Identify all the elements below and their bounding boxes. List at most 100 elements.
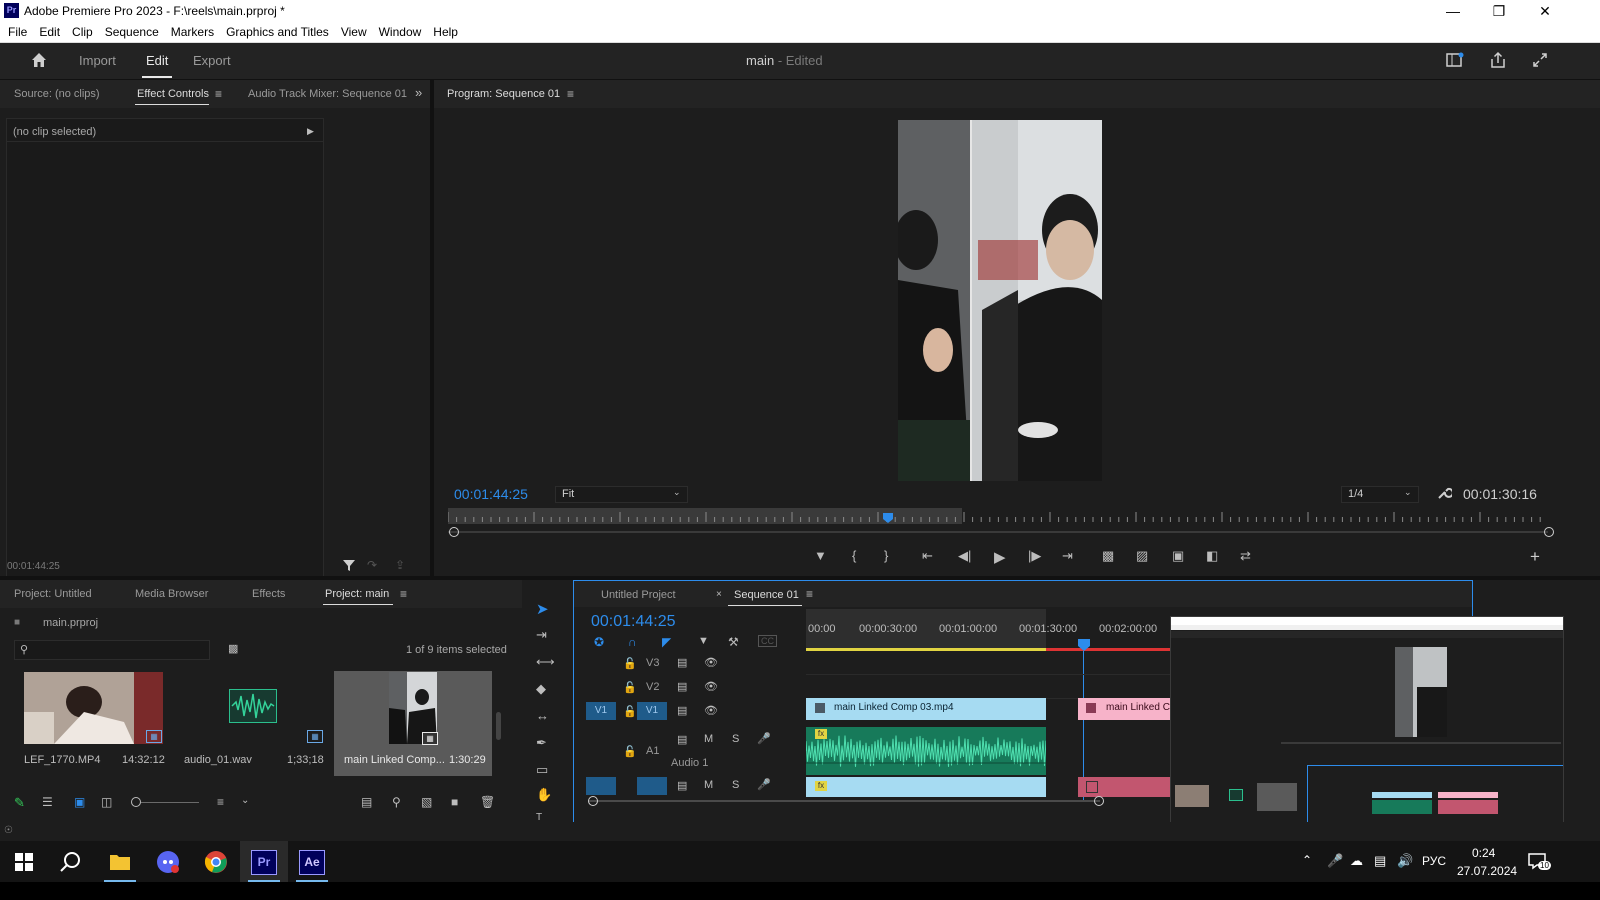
sync-lock-icon[interactable]: ▤: [677, 779, 687, 792]
tab-untitled-project[interactable]: Untitled Project: [601, 589, 676, 601]
sync-lock-icon[interactable]: ▤: [677, 680, 687, 693]
lock-icon[interactable]: 🔓: [623, 745, 637, 758]
new-item-icon[interactable]: ■: [451, 795, 458, 809]
solo-button[interactable]: S: [732, 779, 739, 791]
notification-center-button[interactable]: 10: [1527, 851, 1551, 874]
chrome-button[interactable]: [192, 841, 240, 882]
menu-sequence[interactable]: Sequence: [99, 22, 165, 42]
add-marker-icon[interactable]: ▼: [814, 548, 827, 563]
zoom-slider-handle[interactable]: [131, 797, 141, 807]
settings-button[interactable]: [1437, 485, 1454, 503]
video-clip-main-linked-comp[interactable]: main Linked Comp 03.mp4: [806, 698, 1046, 720]
sync-lock-icon[interactable]: ▤: [677, 733, 687, 746]
automate-to-sequence-icon[interactable]: ▤: [361, 795, 372, 809]
menu-file[interactable]: File: [0, 22, 33, 42]
microphone-icon[interactable]: 🎤: [757, 778, 771, 791]
add-marker-icon[interactable]: ▼: [698, 635, 709, 647]
track-select-tool-icon[interactable]: ⇥: [536, 627, 547, 643]
lock-icon[interactable]: 🔓: [623, 705, 637, 718]
start-button[interactable]: [0, 841, 48, 882]
lock-icon[interactable]: 🔓: [623, 681, 637, 694]
quick-export-button[interactable]: [1446, 52, 1464, 71]
play-only-icon[interactable]: ▶: [307, 126, 314, 137]
filter-icon[interactable]: [342, 558, 356, 575]
list-view-icon[interactable]: ☰: [42, 795, 53, 809]
menu-help[interactable]: Help: [427, 22, 464, 42]
selected-clip-card[interactable]: ▦ main Linked Comp... 1:30:29: [334, 671, 492, 776]
recording-preview-overlay[interactable]: [1170, 616, 1564, 840]
time-ruler[interactable]: 00:00 00:00:30:00 00:01:00:00 00:01:30:0…: [806, 609, 1170, 651]
audio-clip-a1[interactable]: fx: [806, 727, 1046, 775]
project-menu-icon[interactable]: ≡: [400, 587, 407, 601]
tab-import[interactable]: Import: [79, 53, 116, 68]
tab-edit[interactable]: Edit: [146, 53, 168, 68]
extract-icon[interactable]: ▨: [1136, 548, 1148, 564]
pen-tool-icon[interactable]: ✒: [536, 735, 547, 751]
step-forward-icon[interactable]: |▶: [1028, 548, 1041, 564]
source-patch-a1[interactable]: [586, 777, 616, 795]
program-menu-icon[interactable]: ≡: [567, 87, 574, 101]
track-target-a2[interactable]: [637, 777, 667, 795]
search-field[interactable]: ⚲: [14, 640, 210, 660]
menu-edit[interactable]: Edit: [33, 22, 66, 42]
find-icon[interactable]: ⚲: [392, 795, 401, 809]
audio-clip-a2[interactable]: fx: [806, 777, 1046, 797]
premiere-button[interactable]: Pr: [240, 841, 288, 882]
search-input[interactable]: [37, 642, 206, 658]
tab-audio-track-mixer[interactable]: Audio Track Mixer: Sequence 01: [248, 88, 407, 100]
panel-menu-icon[interactable]: ≡: [215, 87, 222, 101]
program-mini-timeline[interactable]: [448, 508, 1548, 524]
program-current-timecode[interactable]: 00:01:44:25: [454, 486, 528, 502]
new-bin-from-search-icon[interactable]: ▩: [228, 642, 238, 655]
close-button[interactable]: ✕: [1522, 0, 1568, 22]
captions-icon[interactable]: CC: [758, 635, 777, 647]
linked-selection-icon[interactable]: ◤: [662, 635, 671, 649]
mark-out-icon[interactable]: }: [884, 548, 888, 563]
tab-effects[interactable]: Effects: [252, 588, 285, 600]
tab-source[interactable]: Source: (no clips): [14, 88, 100, 100]
rectangle-tool-icon[interactable]: ▭: [536, 762, 548, 778]
snap-magnet-icon[interactable]: ∩: [628, 635, 637, 649]
menu-graphics-and-titles[interactable]: Graphics and Titles: [220, 22, 335, 42]
scrollbar-left-handle[interactable]: [588, 796, 598, 806]
audio-thumbnail[interactable]: [229, 689, 277, 723]
timeline-settings-wrench-icon[interactable]: ⚒: [728, 635, 739, 649]
resolution-dropdown[interactable]: 1/4 ⌄: [1341, 486, 1419, 503]
zoom-level-dropdown[interactable]: Fit ⌄: [555, 486, 688, 503]
insert-icon[interactable]: ⇪: [395, 558, 405, 572]
share-button[interactable]: [1489, 51, 1507, 72]
source-patch-v1[interactable]: V1: [586, 702, 616, 720]
clip-thumbnail-lef-1770[interactable]: ▦: [24, 672, 163, 744]
button-editor-plus-icon[interactable]: +: [1530, 547, 1540, 567]
timeline-timecode[interactable]: 00:01:44:25: [591, 613, 676, 631]
clock-date[interactable]: 27.07.2024: [1457, 864, 1517, 878]
menu-window[interactable]: Window: [373, 22, 428, 42]
menu-view[interactable]: View: [335, 22, 373, 42]
microphone-icon[interactable]: 🎤: [1327, 853, 1343, 869]
tab-effect-controls[interactable]: Effect Controls: [137, 88, 209, 100]
nest-toggle-icon[interactable]: ✪: [594, 635, 604, 649]
solo-button[interactable]: S: [732, 733, 739, 745]
fullscreen-button[interactable]: [1532, 52, 1548, 71]
project-scrollbar[interactable]: [496, 712, 501, 740]
tab-sequence-01[interactable]: Sequence 01: [734, 589, 799, 601]
sync-lock-icon[interactable]: ▤: [677, 656, 687, 669]
track-label-v1[interactable]: V1: [637, 702, 667, 720]
menu-clip[interactable]: Clip: [66, 22, 99, 42]
zoom-slider-track[interactable]: [141, 802, 199, 803]
icon-view-icon[interactable]: ▣: [74, 795, 85, 809]
file-explorer-button[interactable]: [96, 841, 144, 882]
lift-icon[interactable]: ▩: [1102, 548, 1114, 564]
maximize-button[interactable]: ❐: [1476, 0, 1522, 22]
network-icon[interactable]: ▤: [1374, 853, 1386, 869]
export-frame-icon[interactable]: ↷: [367, 558, 377, 572]
razor-tool-icon[interactable]: ◆: [536, 681, 546, 697]
timeline-menu-icon[interactable]: ≡: [806, 587, 813, 601]
program-playhead[interactable]: [883, 512, 893, 523]
sync-lock-icon[interactable]: ▤: [677, 704, 687, 717]
tab-project-untitled[interactable]: Project: Untitled: [14, 588, 92, 600]
eye-icon[interactable]: 👁: [704, 656, 718, 669]
tab-project-main[interactable]: Project: main: [325, 588, 389, 600]
clock-time[interactable]: 0:24: [1472, 846, 1495, 860]
minimize-button[interactable]: —: [1430, 0, 1476, 22]
